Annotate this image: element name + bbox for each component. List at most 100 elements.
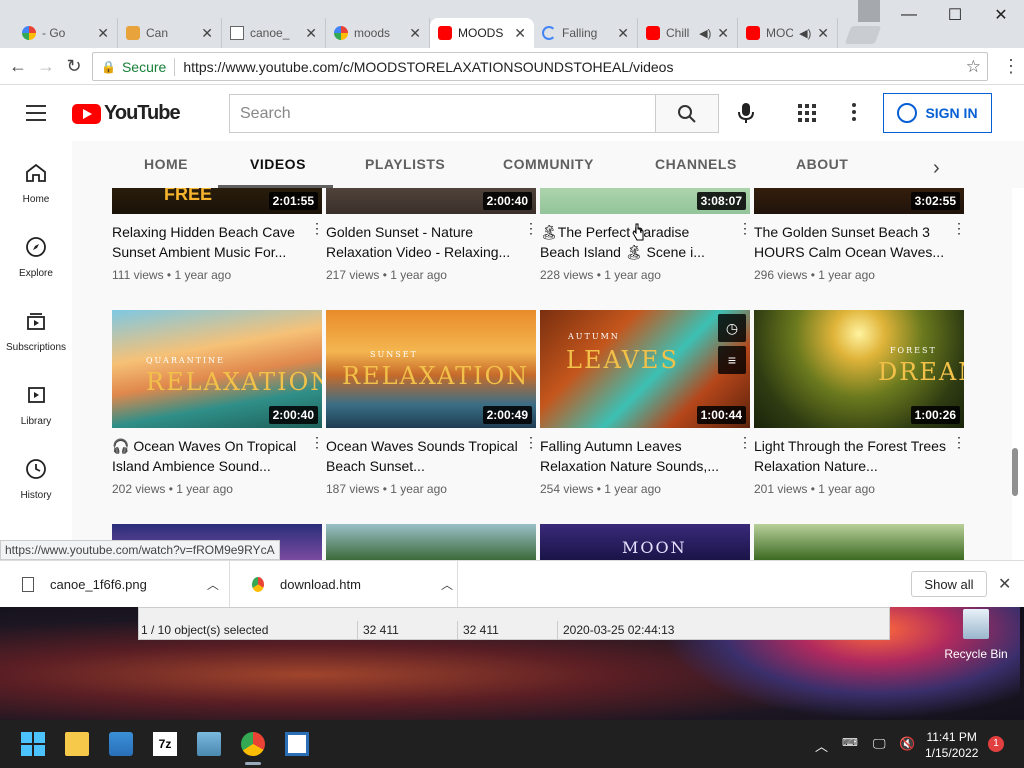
video-card[interactable]: SUNSET RELAXATION 2:00:49 Ocean Waves So…: [326, 310, 538, 496]
video-card[interactable]: MOON: [540, 524, 750, 560]
show-all-button[interactable]: Show all: [911, 571, 987, 597]
close-shelf-icon[interactable]: ✕: [998, 574, 1011, 594]
more-options-icon[interactable]: ⋮: [738, 434, 752, 451]
video-title[interactable]: Relaxing Hidden Beach Cave Sunset Ambien…: [112, 222, 322, 262]
search-input[interactable]: Search: [229, 94, 656, 133]
tab-videos[interactable]: VIDEOS: [250, 156, 306, 172]
settings-menu-icon[interactable]: [852, 103, 856, 124]
7zip-icon[interactable]: 7z: [153, 732, 177, 756]
video-thumbnail[interactable]: MOON: [540, 524, 750, 560]
notification-badge[interactable]: 1: [988, 736, 1004, 752]
tab-playlists[interactable]: PLAYLISTS: [365, 156, 445, 172]
guide-item-home[interactable]: Home: [0, 161, 72, 205]
video-card[interactable]: 2:00:40 Golden Sunset - Nature Relaxatio…: [326, 188, 538, 282]
video-title[interactable]: 🎧 Ocean Waves On Tropical Island Ambienc…: [112, 436, 322, 476]
guide-item-explore[interactable]: Explore: [0, 235, 72, 279]
video-thumbnail[interactable]: 3:02:55: [754, 188, 964, 214]
browser-tab-1[interactable]: - Go ✕: [14, 18, 118, 48]
back-button[interactable]: ←: [6, 54, 30, 78]
guide-item-history[interactable]: History: [0, 457, 72, 501]
close-icon[interactable]: ✕: [514, 25, 526, 42]
tab-about[interactable]: ABOUT: [796, 156, 848, 172]
search-button[interactable]: [655, 94, 719, 133]
more-options-icon[interactable]: ⋮: [738, 220, 752, 237]
taskbar-clock[interactable]: 11:41 PM 1/15/2022: [925, 729, 978, 761]
video-card[interactable]: [754, 524, 964, 560]
guide-item-subscriptions[interactable]: Subscriptions: [0, 309, 72, 353]
chevron-right-icon[interactable]: ›: [933, 157, 940, 180]
video-card[interactable]: [326, 524, 536, 560]
video-thumbnail[interactable]: SUNSET RELAXATION 2:00:49: [326, 310, 536, 428]
close-icon[interactable]: ✕: [97, 25, 109, 42]
video-title[interactable]: Falling Autumn Leaves Relaxation Nature …: [540, 436, 750, 476]
more-options-icon[interactable]: ⋮: [952, 220, 966, 237]
close-icon[interactable]: ✕: [817, 25, 829, 42]
video-card[interactable]: FREE 2:01:55 Relaxing Hidden Beach Cave …: [112, 188, 324, 282]
profile-icon[interactable]: [858, 0, 880, 22]
sign-in-button[interactable]: SIGN IN: [883, 93, 992, 133]
minimize-button[interactable]: —: [886, 0, 932, 30]
browser-tab-5-active[interactable]: MOODS ✕: [430, 18, 534, 48]
video-title[interactable]: Ocean Waves Sounds Tropical Beach Sunset…: [326, 436, 536, 476]
browser-tab-4[interactable]: moods ✕: [326, 18, 430, 48]
video-thumbnail[interactable]: AUTUMN LEAVES ◷ ≡ 1:00:44: [540, 310, 750, 428]
file-explorer-icon[interactable]: [65, 732, 89, 756]
reload-button[interactable]: ↻: [62, 54, 86, 78]
video-thumbnail[interactable]: QUARANTINE RELAXATION 2:00:40: [112, 310, 322, 428]
forward-button[interactable]: →: [34, 54, 58, 78]
bookmark-star-icon[interactable]: ☆: [966, 57, 981, 77]
store-icon[interactable]: [109, 732, 133, 756]
more-options-icon[interactable]: ⋮: [524, 434, 538, 451]
tab-channels[interactable]: CHANNELS: [655, 156, 737, 172]
close-icon[interactable]: ✕: [201, 25, 213, 42]
network-icon[interactable]: 🖵: [873, 736, 886, 752]
video-card[interactable]: FOREST DREAMS 1:00:26 Light Through the …: [754, 310, 966, 496]
control-panel-icon[interactable]: [197, 732, 221, 756]
close-window-button[interactable]: ✕: [978, 0, 1024, 30]
keyboard-icon[interactable]: ⌨: [842, 736, 858, 749]
video-card[interactable]: QUARANTINE RELAXATION 2:00:40 🎧 Ocean Wa…: [112, 310, 324, 496]
video-thumbnail[interactable]: 2:00:40: [326, 188, 536, 214]
address-bar[interactable]: 🔒 Secure https://www.youtube.com/c/MOODS…: [92, 52, 988, 81]
url-text[interactable]: https://www.youtube.com/c/MOODSTORELAXAT…: [183, 59, 673, 75]
recycle-bin[interactable]: Recycle Bin: [944, 607, 1008, 661]
apps-grid-icon[interactable]: [798, 104, 816, 122]
video-title[interactable]: Golden Sunset - Nature Relaxation Video …: [326, 222, 536, 262]
start-icon[interactable]: [21, 732, 45, 756]
browser-tab-8[interactable]: MOC ◀) ✕: [738, 18, 838, 48]
browser-menu-icon[interactable]: ⋮: [1002, 56, 1020, 77]
chevron-up-icon[interactable]: ︿: [441, 576, 453, 593]
new-tab-button[interactable]: [844, 26, 882, 44]
tab-community[interactable]: COMMUNITY: [503, 156, 594, 172]
close-icon[interactable]: ✕: [409, 25, 421, 42]
speaker-icon[interactable]: ◀): [699, 27, 711, 40]
close-icon[interactable]: ✕: [717, 25, 729, 42]
browser-tab-3[interactable]: canoe_ ✕: [222, 18, 326, 48]
speaker-icon[interactable]: ◀): [799, 27, 811, 40]
add-to-queue-icon[interactable]: ≡: [718, 346, 746, 374]
page-scrollbar-thumb[interactable]: [1012, 448, 1018, 496]
chevron-up-icon[interactable]: ︿: [207, 576, 219, 593]
video-title[interactable]: 🏝The Perfect Paradise Beach Island 🏝 Sce…: [540, 222, 750, 262]
download-item[interactable]: download.htm ︿: [230, 561, 458, 608]
tab-home[interactable]: HOME: [144, 156, 188, 172]
close-icon[interactable]: ✕: [305, 25, 317, 42]
chevron-up-icon[interactable]: ︿: [815, 736, 828, 755]
volume-icon[interactable]: 🔇: [899, 736, 915, 752]
browser-tab-7[interactable]: Chill ◀) ✕: [638, 18, 738, 48]
chrome-icon[interactable]: [241, 732, 265, 765]
maximize-button[interactable]: ☐: [932, 0, 978, 30]
close-icon[interactable]: ✕: [617, 25, 629, 42]
video-thumbnail[interactable]: FREE 2:01:55: [112, 188, 322, 214]
download-item[interactable]: canoe_1f6f6.png ︿: [0, 561, 230, 608]
video-card[interactable]: 3:08:07 🏝The Perfect Paradise Beach Isla…: [540, 188, 752, 282]
video-title[interactable]: The Golden Sunset Beach 3 HOURS Calm Oce…: [754, 222, 964, 262]
hamburger-menu-icon[interactable]: [26, 105, 46, 126]
video-thumbnail[interactable]: [754, 524, 964, 560]
video-title[interactable]: Light Through the Forest Trees Relaxatio…: [754, 436, 964, 476]
browser-tab-6[interactable]: Falling ✕: [534, 18, 638, 48]
window-app-icon[interactable]: [285, 732, 309, 756]
video-thumbnail[interactable]: 3:08:07: [540, 188, 750, 214]
guide-item-library[interactable]: Library: [0, 383, 72, 427]
video-card[interactable]: 3:02:55 The Golden Sunset Beach 3 HOURS …: [754, 188, 966, 282]
